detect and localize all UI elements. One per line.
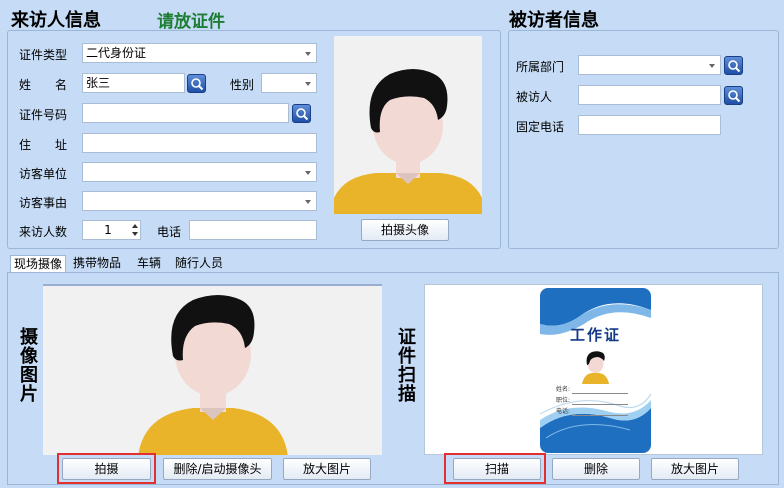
company-label: 访客单位 <box>19 167 68 181</box>
card-position-label: 职位: <box>556 397 571 404</box>
scan-button-highlight <box>444 453 546 484</box>
visitor-count-label: 来访人数 <box>19 225 68 239</box>
id-number-label: 证件号码 <box>19 108 68 122</box>
id-type-label: 证件类型 <box>19 48 68 62</box>
address-label: 住 址 <box>19 138 68 152</box>
id-number-input[interactable] <box>82 103 289 123</box>
card-phone-label: 电话: <box>556 408 571 415</box>
gender-select[interactable] <box>261 73 317 93</box>
place-id-hint: 请放证件 <box>157 12 225 32</box>
landline-label: 固定电话 <box>516 120 565 134</box>
scan-preview: 工作证 姓名: 职位: 电话: <box>424 284 763 455</box>
card-name-line <box>572 393 628 394</box>
visitor-count-value: 1 <box>104 223 112 237</box>
capture-head-button[interactable]: 拍摄头像 <box>361 219 449 241</box>
tab-vehicle[interactable]: 车辆 <box>134 255 164 273</box>
work-id-card: 工作证 姓名: 职位: 电话: <box>540 288 651 453</box>
spin-down-icon[interactable] <box>132 232 138 236</box>
host-person-input[interactable] <box>578 85 721 105</box>
shoot-button-highlight <box>57 453 156 484</box>
phone-input[interactable] <box>189 220 317 240</box>
toggle-camera-button[interactable]: 删除/启动摄像头 <box>163 458 272 480</box>
avatar-placeholder-icon <box>334 69 482 214</box>
scan-enlarge-button[interactable]: 放大图片 <box>651 458 739 480</box>
id-type-select[interactable]: 二代身份证 <box>82 43 317 63</box>
id-number-search-button[interactable] <box>292 104 311 123</box>
id-scan-label: 证件扫描 <box>398 327 416 405</box>
head-photo <box>334 36 482 214</box>
host-section-title: 被访者信息 <box>509 10 599 31</box>
search-icon <box>191 78 204 91</box>
camera-preview <box>43 284 382 455</box>
host-person-search-button[interactable] <box>724 86 743 105</box>
landline-input[interactable] <box>578 115 721 135</box>
camera-enlarge-button[interactable]: 放大图片 <box>283 458 371 480</box>
search-icon <box>728 60 741 73</box>
card-phone-line <box>572 415 628 416</box>
tab-carried-items[interactable]: 携带物品 <box>70 255 124 273</box>
card-name-label: 姓名: <box>556 386 571 393</box>
card-title: 工作证 <box>569 326 621 344</box>
avatar-placeholder-icon <box>138 295 288 455</box>
address-input[interactable] <box>82 133 317 153</box>
host-person-label: 被访人 <box>516 90 553 104</box>
tab-live-camera[interactable]: 现场摄像 <box>10 255 67 273</box>
visitor-count-stepper[interactable]: 1 <box>82 220 141 240</box>
scan-delete-button[interactable]: 删除 <box>552 458 640 480</box>
department-label: 所属部门 <box>516 60 565 74</box>
reason-select[interactable] <box>82 191 317 211</box>
name-input[interactable]: 张三 <box>82 73 185 93</box>
phone-label: 电话 <box>157 225 182 239</box>
department-select[interactable] <box>578 55 721 75</box>
search-icon <box>296 108 309 121</box>
name-label: 姓 名 <box>19 78 68 92</box>
name-search-button[interactable] <box>187 74 206 93</box>
gender-label: 性别 <box>230 78 255 92</box>
spin-up-icon[interactable] <box>132 224 138 228</box>
company-select[interactable] <box>82 162 317 182</box>
card-avatar-icon <box>582 351 609 384</box>
department-search-button[interactable] <box>724 56 743 75</box>
camera-image-label: 摄像图片 <box>20 327 38 405</box>
reason-label: 访客事由 <box>19 196 68 210</box>
card-position-line <box>572 404 628 405</box>
tab-companions[interactable]: 随行人员 <box>172 255 226 273</box>
visitor-section-title: 来访人信息 <box>11 10 101 31</box>
search-icon <box>728 90 741 103</box>
